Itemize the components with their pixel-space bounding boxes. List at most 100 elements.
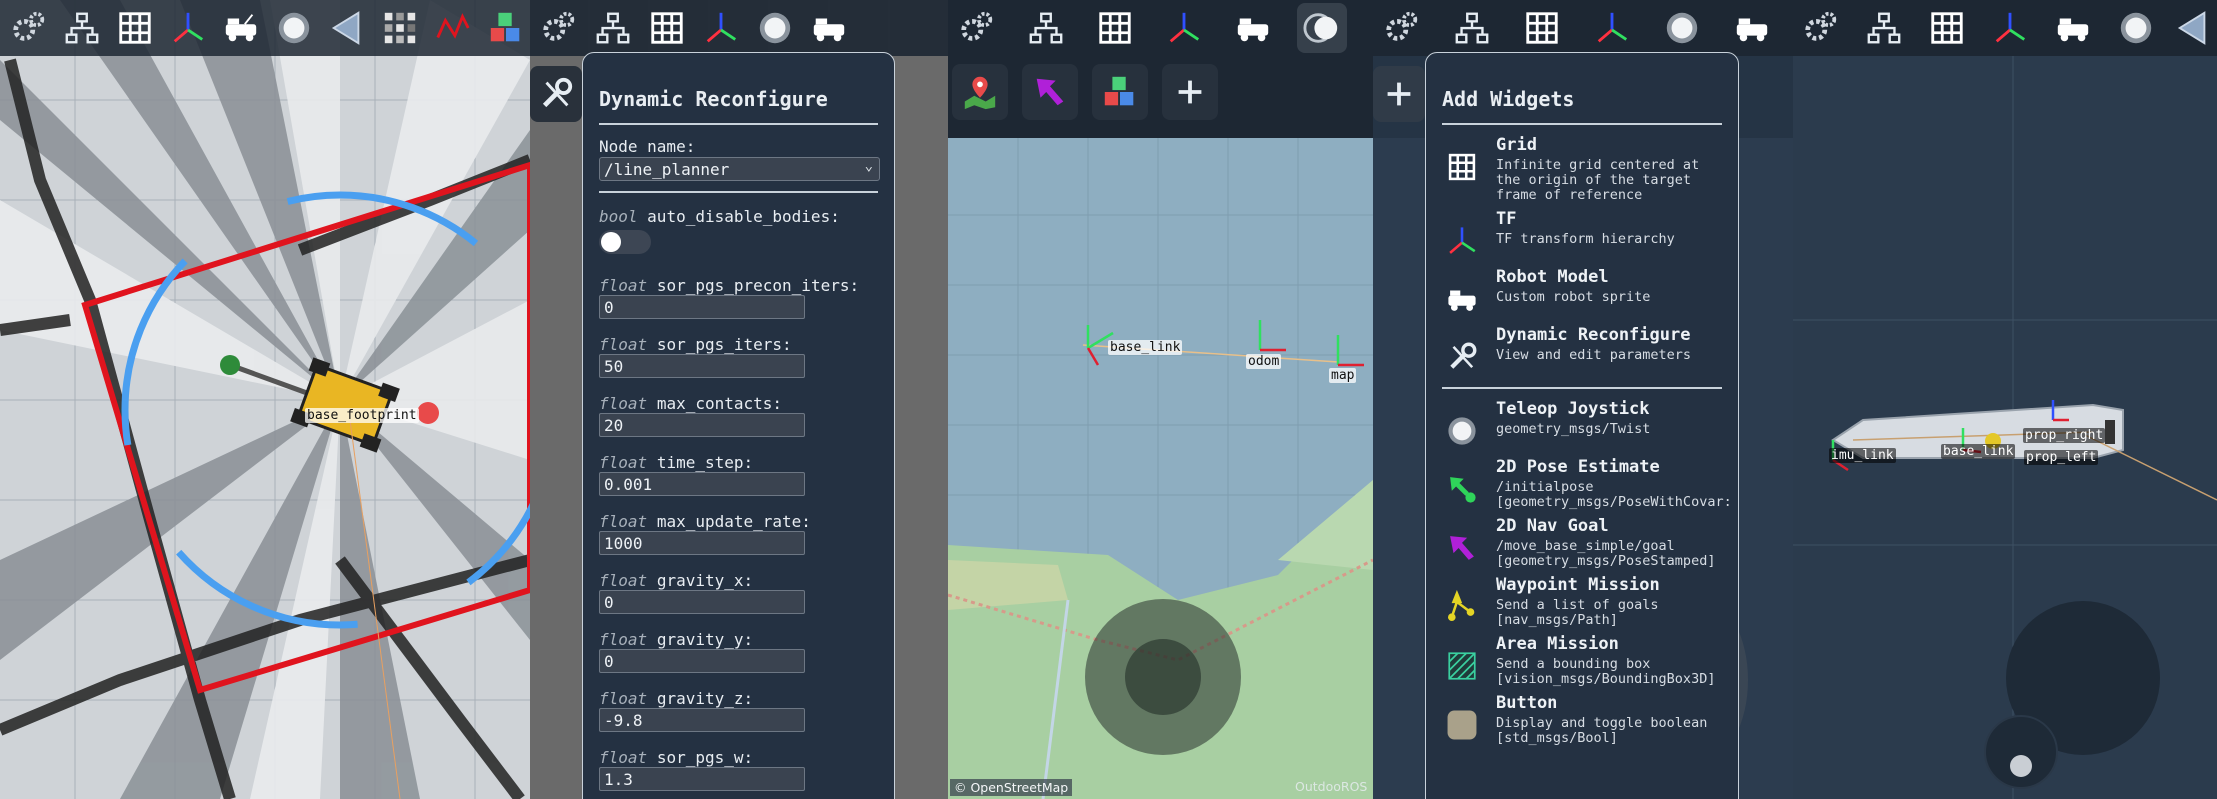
widget-name: Robot Model xyxy=(1496,267,1609,287)
param-row: float gravity_z: xyxy=(599,689,878,732)
widget-item[interactable]: Robot Model Custom robot sprite xyxy=(1442,267,1722,319)
cube-icon[interactable] xyxy=(481,3,530,53)
costmap-canvas[interactable] xyxy=(0,0,530,799)
waypoint-icon xyxy=(1442,587,1482,627)
widget-item[interactable]: Button Display and toggle boolean [std_ms… xyxy=(1442,693,1722,746)
axes-icon[interactable] xyxy=(696,3,746,53)
grid-icon[interactable] xyxy=(1517,3,1567,53)
button-icon xyxy=(1442,705,1482,745)
widget-item[interactable]: 2D Nav Goal/move_base_simple/goal [geome… xyxy=(1442,516,1722,569)
cube-icon[interactable] xyxy=(1092,64,1148,120)
param-row: float sor_pgs_precon_iters: xyxy=(599,276,878,319)
param-label: float max_contacts: xyxy=(599,394,878,413)
param-input[interactable] xyxy=(599,531,805,555)
grid-icon[interactable] xyxy=(110,3,159,53)
gear-icon[interactable] xyxy=(1377,3,1427,53)
widget-item[interactable]: Grid Infinite grid centered at the origin… xyxy=(1442,135,1722,203)
robot-icon[interactable] xyxy=(2048,3,2097,53)
widget-name: 2D Pose Estimate xyxy=(1496,457,1660,477)
cone-icon[interactable] xyxy=(2168,3,2217,53)
joystick-icon[interactable] xyxy=(750,3,800,53)
grid-icon[interactable] xyxy=(1923,3,1972,53)
tree-icon[interactable] xyxy=(57,3,106,53)
frame-label-base-link: base_link xyxy=(1941,444,2016,459)
map-attribution[interactable]: © OpenStreetMap xyxy=(950,779,1073,796)
widget-description: Send a bounding box [vision_msgs/Boundin… xyxy=(1496,656,1716,687)
tree-icon[interactable] xyxy=(1021,3,1071,53)
toolbar-panel5 xyxy=(1793,0,2217,56)
panel-costmap-view: base_footprint xyxy=(0,0,530,799)
dynamic-reconfigure-dialog: Dynamic Reconfigure Node name: /line_pla… xyxy=(582,52,895,799)
widget-text: Dynamic Reconfigure View and edit paramet… xyxy=(1496,325,1691,363)
add-icon[interactable] xyxy=(1162,64,1218,120)
widget-name: 2D Nav Goal xyxy=(1496,516,1609,536)
joystick-icon[interactable] xyxy=(269,3,318,53)
widget-text: Waypoint Mission Send a list of goals [na… xyxy=(1496,575,1660,628)
widget-item[interactable]: TF TF transform hierarchy xyxy=(1442,209,1722,261)
node-name-label: Node name: xyxy=(599,137,696,156)
frame-label-prop-left: prop_left xyxy=(2024,450,2099,465)
widget-item[interactable]: Area Mission Send a bounding box [vision_… xyxy=(1442,634,1722,687)
path-icon[interactable] xyxy=(428,3,477,53)
axes-icon[interactable] xyxy=(1159,3,1209,53)
param-input[interactable] xyxy=(599,472,805,496)
param-name: time_step: xyxy=(656,453,754,472)
joystick-icon[interactable] xyxy=(1657,3,1707,53)
param-input[interactable] xyxy=(599,590,805,614)
robot-icon[interactable] xyxy=(804,3,854,53)
costmap-icon[interactable] xyxy=(375,3,424,53)
joystick-icon[interactable] xyxy=(2111,3,2160,53)
grid-icon[interactable] xyxy=(642,3,692,53)
chevron-down-icon: ⌄ xyxy=(864,158,873,174)
param-type: float xyxy=(599,630,648,649)
param-input[interactable] xyxy=(599,649,805,673)
cone-icon[interactable] xyxy=(322,3,371,53)
wrench-icon[interactable] xyxy=(530,66,582,122)
widget-name: Waypoint Mission xyxy=(1496,575,1660,595)
joystick-icon[interactable] xyxy=(1297,3,1347,53)
tree-icon[interactable] xyxy=(1447,3,1497,53)
param-input[interactable] xyxy=(599,295,805,319)
widget-description: TF transform hierarchy xyxy=(1496,231,1675,247)
axes-icon xyxy=(1442,221,1482,261)
node-name-select[interactable]: /line_planner ⌄ xyxy=(599,157,880,181)
widget-item[interactable]: 2D Pose Estimate/initialpose [geometry_m… xyxy=(1442,457,1732,510)
toggle-switch[interactable] xyxy=(599,230,651,254)
widget-list-secondary: Teleop Joystick geometry_msgs/Twist 2D Pos… xyxy=(1426,399,1738,746)
panel-dynamic-reconfigure: Dynamic Reconfigure Node name: /line_pla… xyxy=(530,0,948,799)
widget-name: Teleop Joystick xyxy=(1496,399,1650,419)
frame-label-base-footprint: base_footprint xyxy=(305,408,419,423)
axes-icon[interactable] xyxy=(1986,3,2035,53)
gear-icon[interactable] xyxy=(4,3,53,53)
gear-icon[interactable] xyxy=(534,3,584,53)
robot-icon[interactable] xyxy=(1727,3,1777,53)
toolbar-panel2 xyxy=(530,0,948,56)
widget-item[interactable]: Dynamic Reconfigure View and edit paramet… xyxy=(1442,325,1722,377)
node-name-value: /line_planner xyxy=(604,160,730,179)
param-input[interactable] xyxy=(599,413,805,437)
nav-goal-icon[interactable] xyxy=(1022,64,1078,120)
param-name: sor_pgs_precon_iters: xyxy=(656,276,860,295)
grid-icon[interactable] xyxy=(1090,3,1140,53)
add-icon[interactable] xyxy=(1373,66,1425,122)
gear-icon[interactable] xyxy=(1797,3,1846,53)
widget-item[interactable]: Teleop Joystick geometry_msgs/Twist xyxy=(1442,399,1722,451)
axes-icon[interactable] xyxy=(1587,3,1637,53)
widget-description: Display and toggle boolean [std_msgs/Boo… xyxy=(1496,715,1708,746)
gear-icon[interactable] xyxy=(952,3,1002,53)
param-row: float max_update_rate: xyxy=(599,512,878,555)
param-input[interactable] xyxy=(599,708,805,732)
frame-label-odom: odom xyxy=(1246,354,1282,369)
map-pin-icon[interactable] xyxy=(952,64,1008,120)
boat-canvas[interactable] xyxy=(1793,0,2217,799)
axes-icon[interactable] xyxy=(163,3,212,53)
param-row: float gravity_y: xyxy=(599,630,878,673)
param-input[interactable] xyxy=(599,354,805,378)
widget-text: TF TF transform hierarchy xyxy=(1496,209,1675,247)
param-input[interactable] xyxy=(599,767,805,791)
tree-icon[interactable] xyxy=(1860,3,1909,53)
robot-icon[interactable] xyxy=(216,3,265,53)
robot-icon[interactable] xyxy=(1228,3,1278,53)
widget-item[interactable]: Waypoint Mission Send a list of goals [na… xyxy=(1442,575,1722,628)
tree-icon[interactable] xyxy=(588,3,638,53)
